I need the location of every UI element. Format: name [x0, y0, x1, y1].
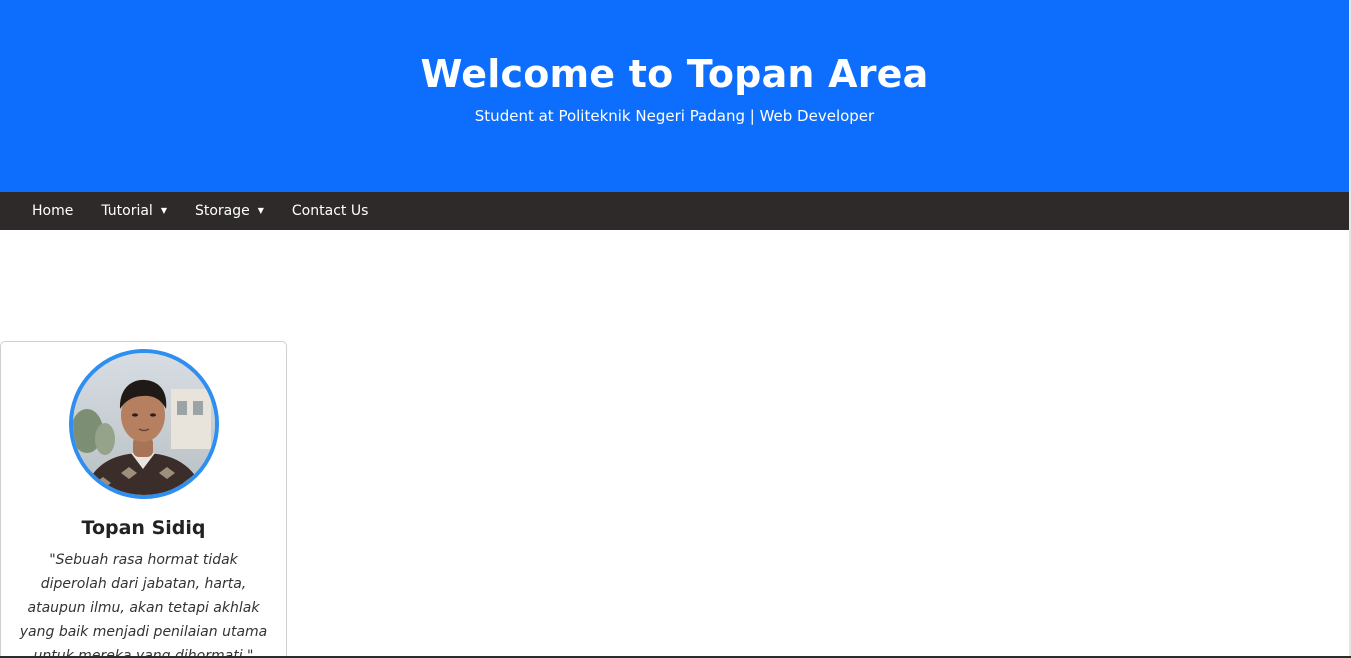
caret-down-icon: ▼	[160, 206, 167, 215]
nav-item-storage[interactable]: Storage ▼	[181, 192, 278, 230]
avatar	[69, 349, 219, 499]
nav-item-label: Contact Us	[291, 203, 369, 219]
profile-quote: "Sebuah rasa hormat tidak diperolah dari…	[19, 552, 268, 658]
profile-name: Topan Sidiq	[81, 517, 206, 539]
nav-item-contact-us[interactable]: Contact Us	[278, 192, 382, 230]
caret-down-icon: ▼	[257, 206, 264, 215]
nav-item-label: Tutorial	[101, 203, 153, 219]
profile-photo-icon	[73, 353, 215, 495]
main-navbar: Home Tutorial ▼ Storage ▼ Contact Us	[0, 192, 1349, 230]
hero-header: Welcome to Topan Area Student at Politek…	[0, 0, 1349, 192]
page-title: Welcome to Topan Area	[420, 52, 929, 96]
nav-item-label: Storage	[194, 203, 250, 219]
nav-item-home[interactable]: Home	[18, 192, 87, 230]
profile-card: Topan Sidiq "Sebuah rasa hormat tidak di…	[0, 341, 287, 658]
page-subtitle: Student at Politeknik Negeri Padang | We…	[474, 107, 875, 125]
nav-item-label: Home	[32, 203, 74, 219]
nav-item-tutorial[interactable]: Tutorial ▼	[87, 192, 181, 230]
page: Welcome to Topan Area Student at Politek…	[0, 0, 1351, 658]
